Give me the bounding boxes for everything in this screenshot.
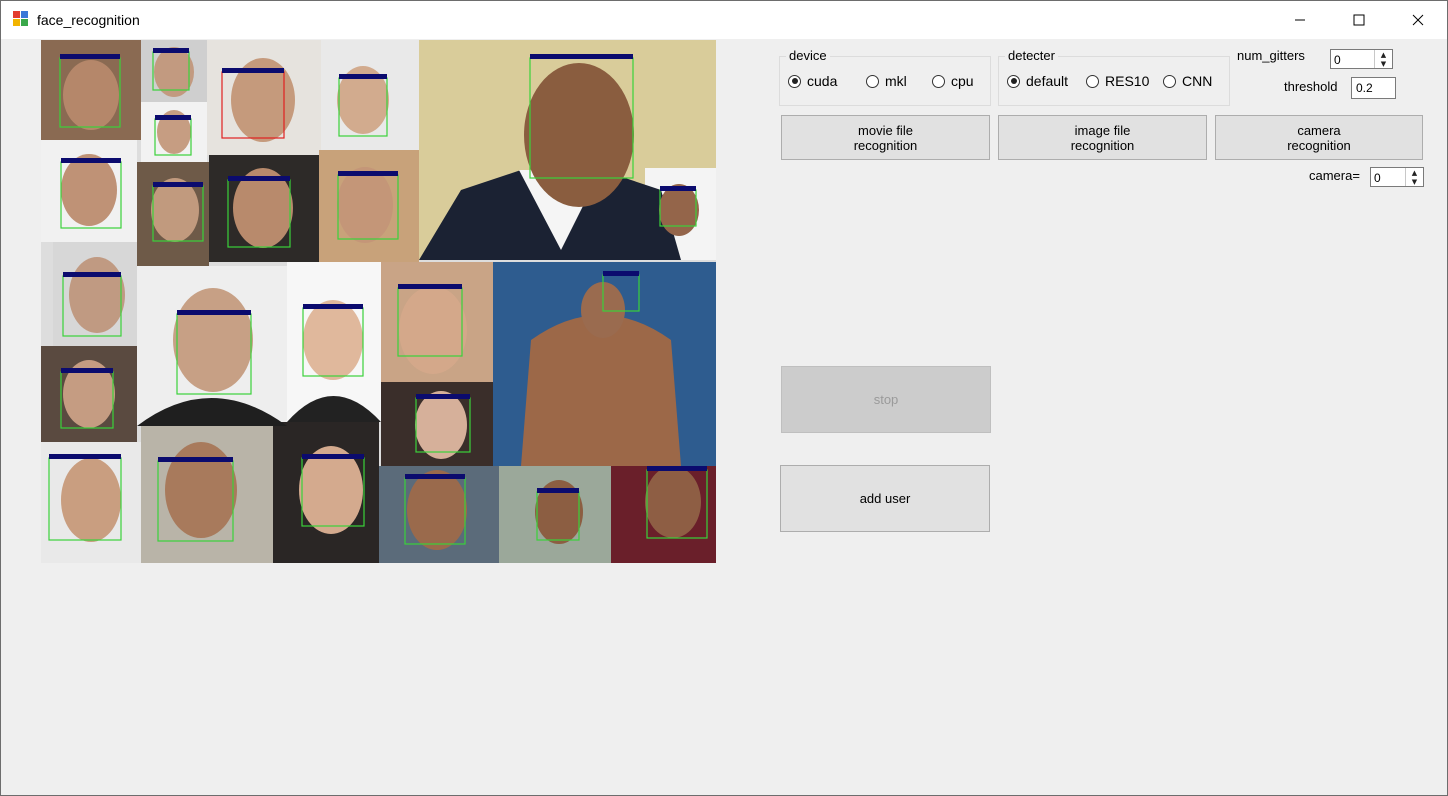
- face-collage-image: [41, 40, 716, 563]
- device-radio-cpu[interactable]: cpu: [932, 73, 974, 89]
- spin-down-icon[interactable]: ▼: [1406, 177, 1423, 186]
- main-window: face_recognition device cuda mkl cpu det…: [0, 0, 1448, 796]
- camera-spinner[interactable]: ▲ ▼: [1405, 168, 1423, 186]
- camera-recognition-button[interactable]: camera recognition: [1215, 115, 1423, 160]
- device-option-label: cpu: [951, 73, 974, 89]
- window-title: face_recognition: [37, 12, 140, 28]
- radio-button-icon[interactable]: [932, 74, 945, 88]
- movie-file-recognition-button[interactable]: movie file recognition: [781, 115, 990, 160]
- num-gitters-stepper[interactable]: 0 ▲ ▼: [1330, 49, 1393, 69]
- device-radio-mkl[interactable]: mkl: [866, 73, 907, 89]
- app-icon: [13, 11, 29, 27]
- threshold-label: threshold: [1284, 79, 1338, 94]
- detecter-group-label: detecter: [1005, 48, 1058, 63]
- radio-button-icon[interactable]: [788, 74, 801, 88]
- device-radio-cuda[interactable]: cuda: [788, 73, 837, 89]
- radio-button-icon[interactable]: [1163, 74, 1176, 88]
- detecter-option-label: CNN: [1182, 73, 1213, 89]
- image-file-recognition-button[interactable]: image file recognition: [998, 115, 1207, 160]
- camera-label: camera=: [1309, 168, 1360, 183]
- device-group: device cuda mkl cpu: [779, 48, 991, 106]
- close-icon: [1412, 14, 1424, 26]
- device-group-label: device: [786, 48, 830, 63]
- spin-up-icon[interactable]: ▲: [1406, 168, 1423, 177]
- detecter-radio-res10[interactable]: RES10: [1086, 73, 1149, 89]
- spin-up-icon[interactable]: ▲: [1375, 50, 1392, 59]
- add-user-button[interactable]: add user: [780, 465, 990, 532]
- detecter-radio-cnn[interactable]: CNN: [1163, 73, 1212, 89]
- title-bar: face_recognition: [1, 1, 1447, 39]
- minimize-icon: [1295, 19, 1305, 21]
- camera-stepper[interactable]: 0 ▲ ▼: [1370, 167, 1424, 187]
- recognition-image-panel: [41, 40, 716, 563]
- detecter-group: detecter default RES10 CNN: [998, 48, 1230, 106]
- radio-button-icon[interactable]: [1086, 74, 1099, 88]
- detecter-option-label: RES10: [1105, 73, 1150, 89]
- maximize-icon: [1353, 14, 1365, 26]
- radio-button-icon[interactable]: [1007, 74, 1020, 88]
- threshold-input[interactable]: 0.2: [1351, 77, 1396, 99]
- num-gitters-spinner[interactable]: ▲ ▼: [1374, 50, 1392, 68]
- camera-value[interactable]: 0: [1374, 171, 1381, 185]
- threshold-value[interactable]: 0.2: [1356, 81, 1373, 95]
- detecter-radio-default[interactable]: default: [1007, 73, 1068, 89]
- detecter-option-label: default: [1026, 73, 1069, 89]
- close-button[interactable]: [1389, 1, 1447, 39]
- device-option-label: mkl: [885, 73, 907, 89]
- device-option-label: cuda: [807, 73, 838, 89]
- spin-down-icon[interactable]: ▼: [1375, 59, 1392, 68]
- radio-button-icon[interactable]: [866, 74, 879, 88]
- num-gitters-value[interactable]: 0: [1334, 53, 1341, 67]
- minimize-button[interactable]: [1271, 1, 1329, 39]
- stop-button[interactable]: stop: [781, 366, 991, 433]
- maximize-button[interactable]: [1330, 1, 1388, 39]
- num-gitters-label: num_gitters: [1237, 48, 1305, 63]
